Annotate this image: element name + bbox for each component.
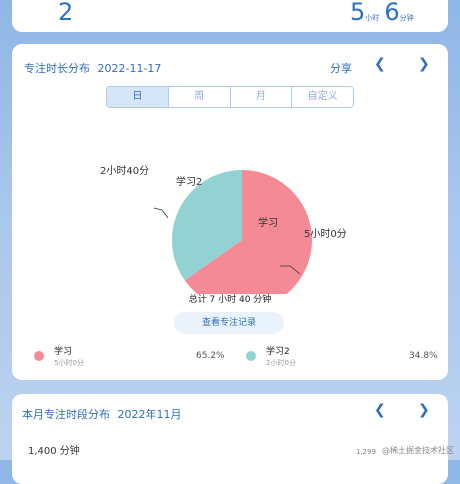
leader-line-study2: [153, 207, 169, 219]
distribution-date: 2022-11-17: [97, 62, 162, 75]
focus-distribution-card: 专注时长分布 2022-11-17 分享 ❮ ❯ 日 周 月 自定义 2小时40…: [12, 44, 448, 380]
view-records-button[interactable]: 查看专注记录: [174, 312, 284, 334]
share-button[interactable]: 分享: [330, 60, 352, 76]
pie-label-study2-name: 学习2: [176, 177, 203, 188]
distribution-header: 专注时长分布 2022-11-17: [24, 60, 161, 76]
tab-day[interactable]: 日: [107, 87, 168, 107]
legend-sub-study2: 2小时0分: [266, 359, 296, 367]
tab-month[interactable]: 月: [229, 87, 292, 107]
legend-sub-study: 5小时0分: [54, 359, 84, 367]
legend-name-study: 学习: [54, 347, 73, 357]
tab-week[interactable]: 周: [167, 87, 230, 107]
pie-label-study-duration: 5小时0分: [304, 229, 347, 240]
distribution-title: 专注时长分布: [24, 62, 90, 75]
summary-minutes: 6: [384, 0, 400, 26]
summary-count: 2: [58, 0, 74, 26]
pie-chart: [153, 170, 312, 294]
legend-name-study2: 学习2: [266, 347, 290, 357]
monthly-header: 本月专注时段分布 2022年11月: [22, 406, 182, 422]
legend-percent-study2: 34.8%: [409, 351, 438, 361]
period-tabs: 日 周 月 自定义: [106, 86, 354, 108]
pie-label-study2-duration: 2小时40分: [100, 166, 150, 177]
pie-label-study-name: 学习: [258, 218, 278, 229]
monthly-y-axis-label: 1,400 分钟: [28, 446, 80, 457]
summary-minutes-unit: 分钟: [399, 14, 414, 22]
summary-duration: 5小时 6分钟: [350, 0, 414, 26]
total-duration: 总计 7 小时 40 分钟: [188, 295, 272, 305]
summary-hours-unit: 小时: [365, 14, 380, 22]
legend-dot-study: [34, 351, 44, 361]
summary-hours: 5: [350, 0, 366, 26]
watermark: @稀土掘金技术社区: [382, 446, 454, 455]
monthly-distribution-card: 本月专注时段分布 2022年11月 ❮ ❯ 1,400 分钟 1,299: [12, 394, 448, 484]
legend-percent-study: 65.2%: [196, 351, 225, 361]
summary-card: 2 5小时 6分钟: [12, 0, 448, 32]
month-prev-icon[interactable]: ❮: [374, 402, 386, 418]
tab-custom[interactable]: 自定义: [291, 87, 353, 107]
monthly-y-right-label: 1,299: [356, 448, 377, 456]
month-next-icon[interactable]: ❯: [418, 402, 430, 418]
monthly-month: 2022年11月: [117, 408, 182, 421]
chevron-right-icon[interactable]: ❯: [418, 56, 430, 72]
legend-dot-study2: [246, 351, 256, 361]
chevron-left-icon[interactable]: ❮: [374, 56, 386, 72]
monthly-title: 本月专注时段分布: [22, 408, 110, 421]
